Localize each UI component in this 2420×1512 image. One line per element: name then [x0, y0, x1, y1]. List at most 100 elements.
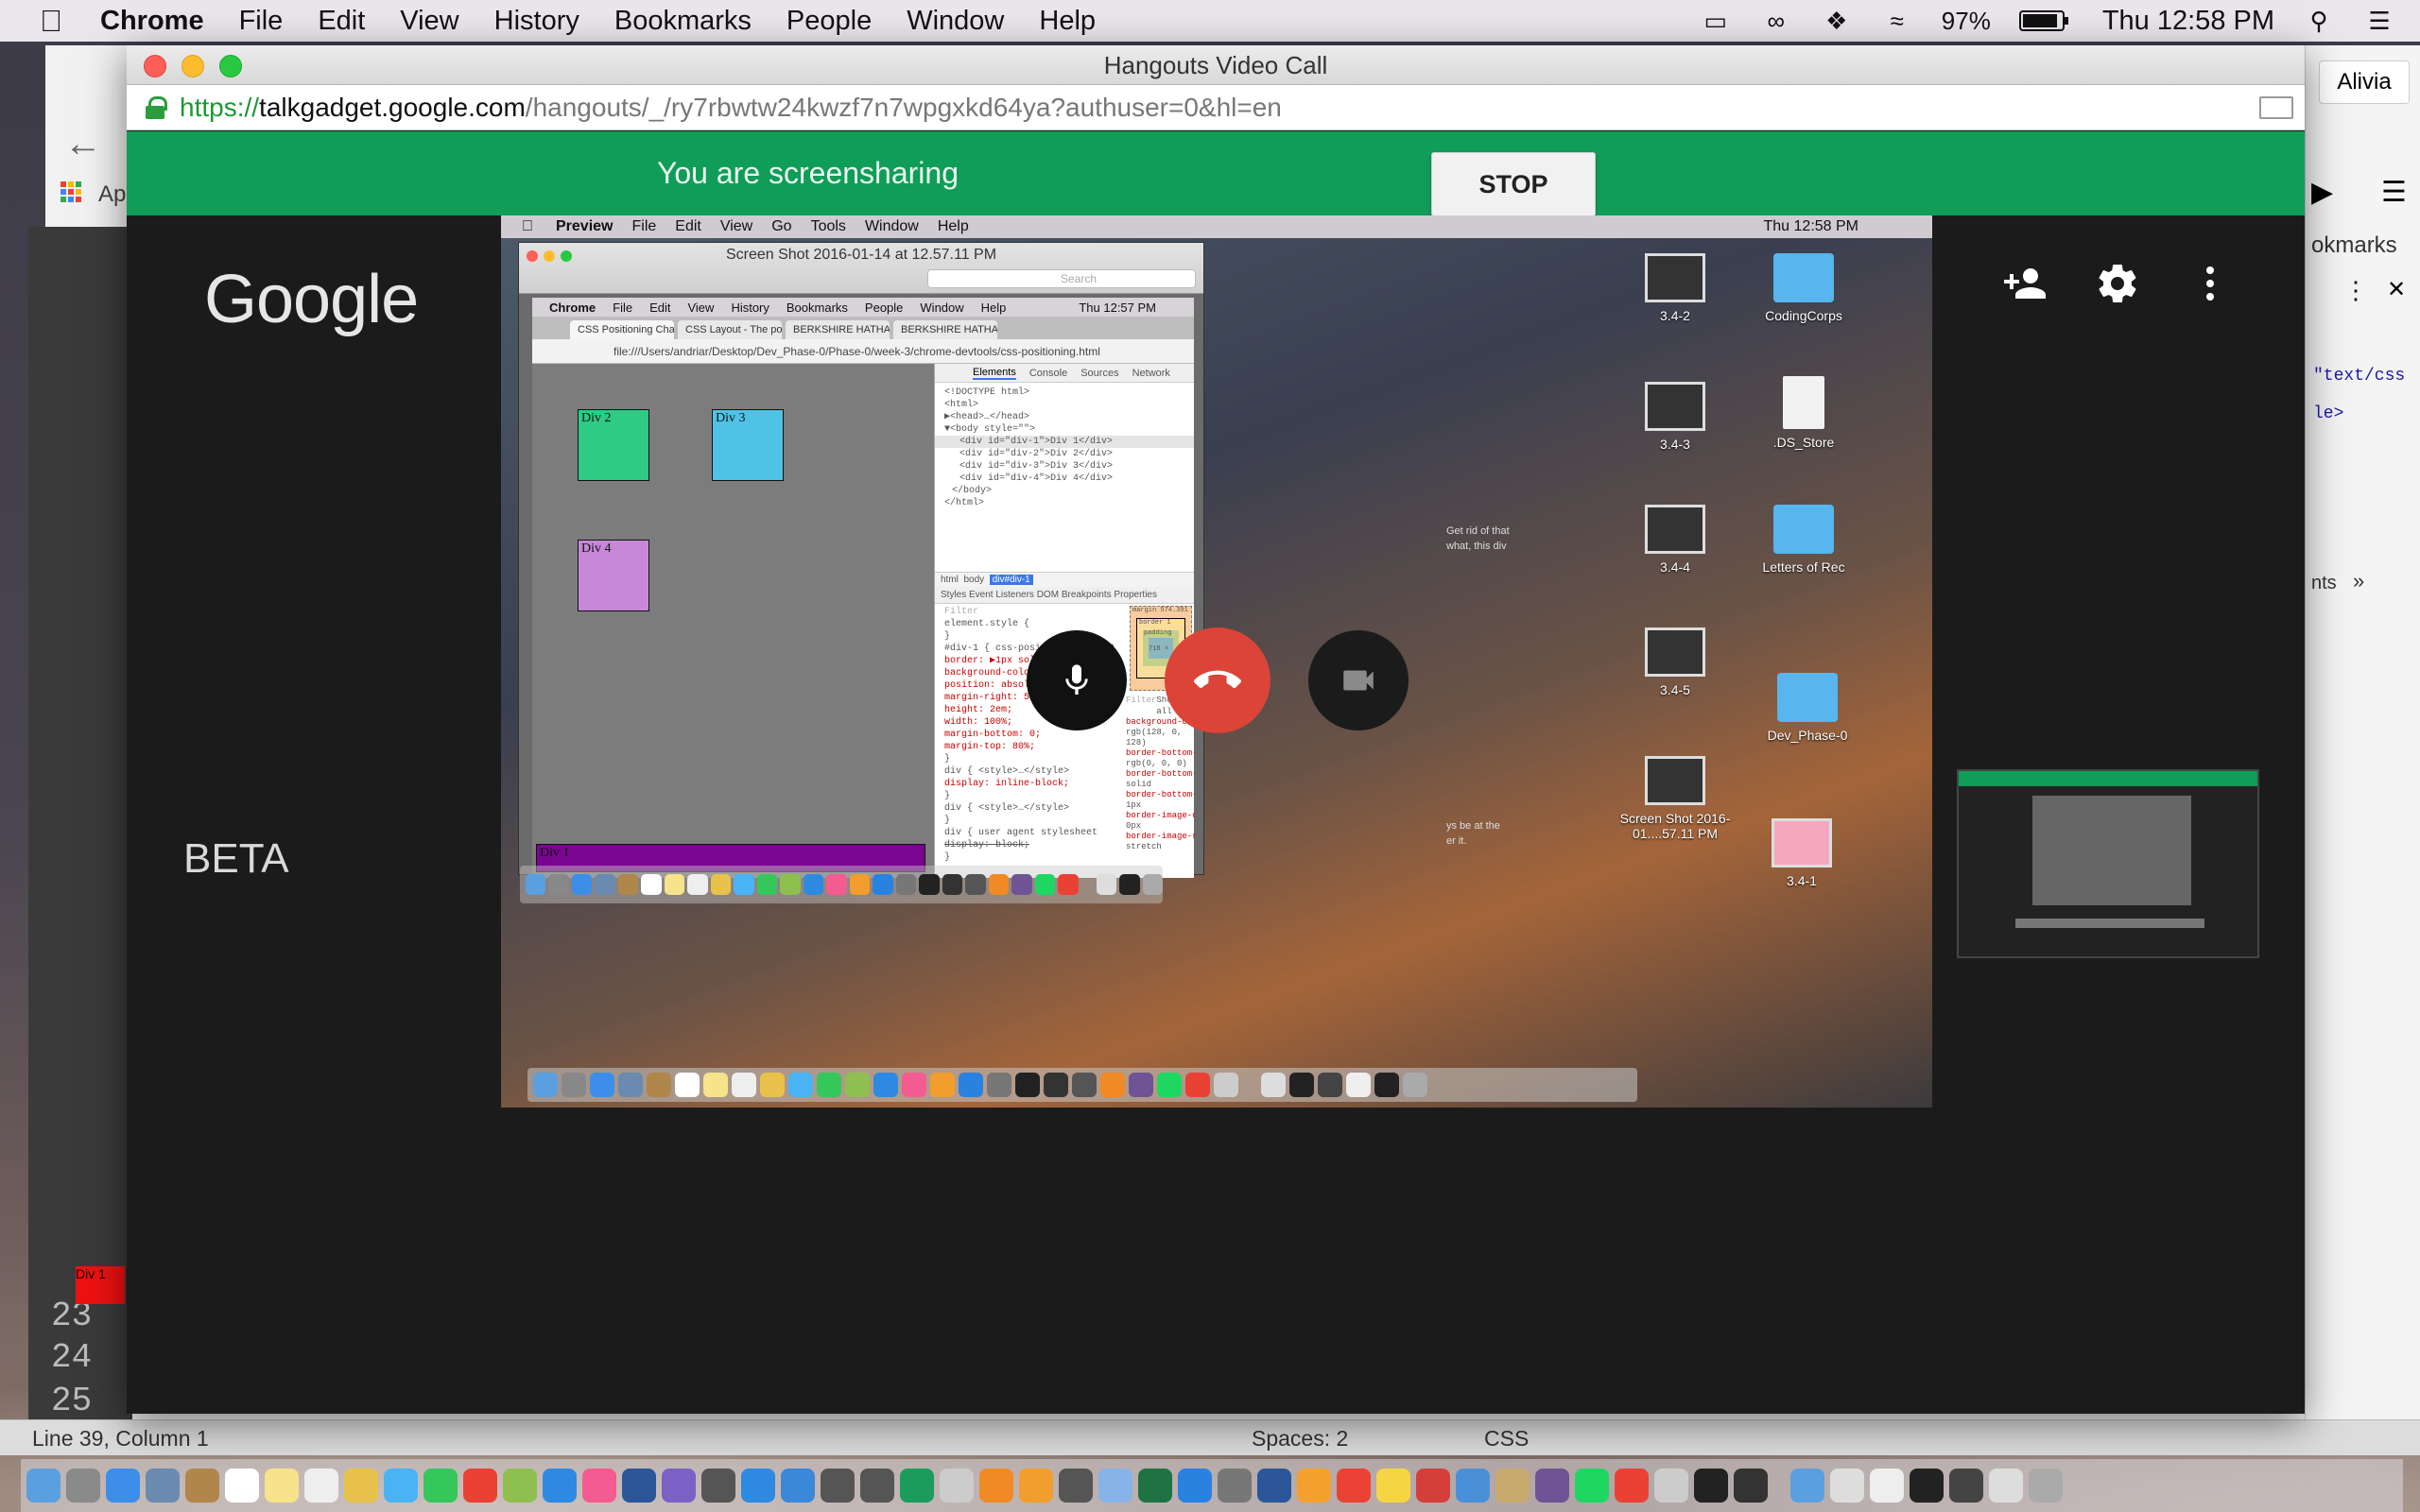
- photo-icon[interactable]: [146, 1469, 180, 1503]
- more-icon[interactable]: ⋮: [2343, 276, 2368, 305]
- menu-icon[interactable]: ☰: [2381, 176, 2407, 209]
- help-icon[interactable]: [1059, 1469, 1093, 1503]
- help-icon[interactable]: [860, 1469, 894, 1503]
- address-bar[interactable]: https://talkgadget.google.com/hangouts/_…: [127, 85, 2305, 130]
- appstore-icon[interactable]: [1178, 1469, 1212, 1503]
- battery-percent[interactable]: 97%: [1942, 7, 1991, 36]
- apps-grid-icon[interactable]: [60, 181, 81, 202]
- trash-icon[interactable]: [2029, 1469, 2063, 1503]
- slides-icon[interactable]: [1337, 1469, 1371, 1503]
- menu-view[interactable]: View: [400, 6, 458, 37]
- menu-help[interactable]: Help: [1039, 6, 1096, 37]
- word-icon[interactable]: [622, 1469, 656, 1503]
- preview-icon[interactable]: [1654, 1469, 1688, 1503]
- notes-icon: [664, 874, 685, 895]
- word-icon[interactable]: [1257, 1469, 1291, 1503]
- notification-center-icon[interactable]: ☰: [2363, 7, 2395, 35]
- photos-icon[interactable]: [344, 1469, 378, 1503]
- apple-icon[interactable]: : [40, 4, 81, 39]
- gear-icon[interactable]: [2095, 261, 2140, 306]
- launchpad-icon[interactable]: [66, 1469, 100, 1503]
- self-view-thumbnail[interactable]: [1957, 769, 2259, 958]
- menu-file[interactable]: File: [239, 6, 284, 37]
- outline-icon[interactable]: [1297, 1469, 1331, 1503]
- dropbox-icon[interactable]: ❖: [1821, 7, 1853, 35]
- menu-window[interactable]: Window: [907, 6, 1004, 37]
- keynote-icon[interactable]: [543, 1469, 577, 1503]
- url-text[interactable]: https://talkgadget.google.com/hangouts/_…: [180, 93, 1282, 123]
- star-icon[interactable]: [662, 1469, 696, 1503]
- other-bookmarks[interactable]: okmarks: [2311, 232, 2397, 259]
- keynote-icon[interactable]: [741, 1469, 775, 1503]
- maps-icon[interactable]: [900, 1469, 934, 1503]
- menu-people[interactable]: People: [786, 6, 872, 37]
- document-stack-icon[interactable]: [1830, 1469, 1864, 1503]
- bookmarks-bar-apps[interactable]: Ap: [98, 181, 126, 208]
- safari-icon[interactable]: [106, 1469, 140, 1503]
- notes-icon[interactable]: [265, 1469, 299, 1503]
- menu-history[interactable]: History: [494, 6, 579, 37]
- ibooks-icon[interactable]: [1019, 1469, 1053, 1503]
- menu-app-name[interactable]: Chrome: [100, 6, 204, 37]
- excel-icon[interactable]: [1138, 1469, 1172, 1503]
- cube-icon[interactable]: [1098, 1469, 1132, 1503]
- chevron-right-icon[interactable]: »: [2353, 569, 2364, 593]
- lock-icon[interactable]: [146, 96, 167, 119]
- help-icon[interactable]: [701, 1469, 735, 1503]
- creative-cloud-icon[interactable]: ∞: [1760, 7, 1792, 35]
- help-icon[interactable]: [821, 1469, 855, 1503]
- airplay-icon[interactable]: ▭: [1700, 7, 1732, 35]
- mic-button[interactable]: [1027, 630, 1127, 730]
- messages-icon[interactable]: [384, 1469, 418, 1503]
- indent-setting[interactable]: Spaces: 2: [1252, 1426, 1348, 1452]
- downloads-stack-icon[interactable]: [1790, 1469, 1824, 1503]
- menu-edit[interactable]: Edit: [318, 6, 365, 37]
- iterm-icon[interactable]: [1734, 1469, 1768, 1503]
- stop-sharing-button[interactable]: STOP: [1431, 152, 1596, 216]
- profile-button[interactable]: Alivia: [2319, 60, 2410, 104]
- screenshot-stack-icon[interactable]: [1910, 1469, 1944, 1503]
- reminders-icon[interactable]: [304, 1469, 338, 1503]
- sketch-icon[interactable]: [1376, 1469, 1410, 1503]
- contacts-icon[interactable]: [185, 1469, 219, 1503]
- facetime-icon[interactable]: [424, 1469, 458, 1503]
- more-vert-icon[interactable]: [2187, 261, 2233, 306]
- finder-icon[interactable]: [26, 1469, 60, 1503]
- github-icon[interactable]: [1535, 1469, 1569, 1503]
- extension-icon[interactable]: [2259, 96, 2293, 119]
- chrome-icon[interactable]: [1615, 1469, 1649, 1503]
- menubar-clock[interactable]: Thu 12:58 PM: [2102, 6, 2274, 37]
- settings-icon[interactable]: [1218, 1469, 1252, 1503]
- screenshot-stack-icon[interactable]: [1949, 1469, 1983, 1503]
- pages-icon[interactable]: [940, 1469, 974, 1503]
- spotify-icon[interactable]: [1575, 1469, 1609, 1503]
- terminal-icon[interactable]: [1694, 1469, 1728, 1503]
- close-icon[interactable]: ✕: [2387, 276, 2406, 303]
- notebook-icon[interactable]: [1495, 1469, 1530, 1503]
- panel-tab-label[interactable]: nts: [2311, 573, 2337, 594]
- mail-icon[interactable]: [1456, 1469, 1490, 1503]
- sublime-icon[interactable]: [979, 1469, 1013, 1503]
- play-icon[interactable]: ▶: [2311, 176, 2333, 209]
- syntax-setting[interactable]: CSS: [1484, 1426, 1529, 1452]
- lastpass-icon[interactable]: [1416, 1469, 1450, 1503]
- spotlight-search-icon[interactable]: ⚲: [2303, 7, 2335, 35]
- add-person-icon[interactable]: [2002, 261, 2048, 306]
- battery-icon[interactable]: [2018, 10, 2068, 31]
- screenshot-stack-icon[interactable]: [1989, 1469, 2023, 1503]
- calendar-icon[interactable]: [225, 1469, 259, 1503]
- background-page-text: Get rid of that what, this div: [1446, 524, 1510, 554]
- itunes-icon[interactable]: [582, 1469, 616, 1503]
- iterm-icon: [1044, 1073, 1068, 1097]
- camera-button[interactable]: [1308, 630, 1409, 730]
- numbers-icon[interactable]: [503, 1469, 537, 1503]
- self-view-dock: [2015, 919, 2204, 928]
- chrome-icon[interactable]: [463, 1469, 497, 1503]
- document-stack-icon[interactable]: [1870, 1469, 1904, 1503]
- menu-bookmarks[interactable]: Bookmarks: [614, 6, 752, 37]
- inner-tab: BERKSHIRE HATHAWAY IN: [893, 320, 997, 339]
- xcode-icon[interactable]: [781, 1469, 815, 1503]
- wifi-icon[interactable]: ≈: [1881, 7, 1913, 35]
- back-arrow-icon[interactable]: ←: [64, 123, 102, 165]
- hangup-button[interactable]: [1165, 627, 1270, 733]
